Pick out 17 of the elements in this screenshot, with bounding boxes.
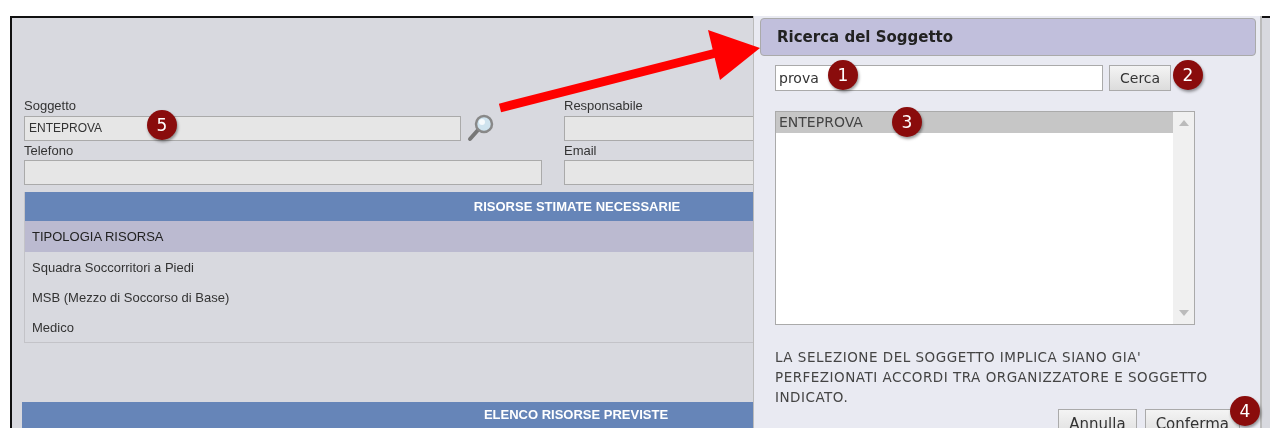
scroll-up-icon[interactable]	[1178, 120, 1189, 126]
table-cell: Medico	[32, 319, 74, 335]
search-button[interactable]: Cerca	[1109, 65, 1172, 91]
input-field[interactable]	[24, 159, 542, 185]
field-label: Responsabile	[564, 98, 644, 113]
section-title: ELENCO RISORSE PREVISTE	[483, 407, 669, 422]
scrollbar[interactable]	[1173, 112, 1194, 324]
scroll-down-icon[interactable]	[1178, 310, 1189, 316]
field-label: Telefono	[24, 143, 75, 158]
dialog-title: Ricerca del Soggetto	[777, 28, 954, 46]
column-header-text: TIPOLOGIA RISORSA	[32, 229, 164, 244]
table-title: RISORSE STIMATE NECESSARIE	[473, 199, 681, 214]
notice-text: LA SELEZIONE DEL SOGGETTO IMPLICA SIANO GIA' PERFEZIONATI ACCORDI TRA ORGANIZZATORE E SOGGETTO INDICATO.	[775, 348, 1209, 407]
table-cell: MSB (Mezzo di Soccorso di Base)	[32, 289, 230, 305]
table-cell: Squadra Soccorritori a Piedi	[32, 259, 194, 275]
field-label: Email	[564, 143, 598, 158]
field-label: Soggetto	[24, 98, 78, 113]
